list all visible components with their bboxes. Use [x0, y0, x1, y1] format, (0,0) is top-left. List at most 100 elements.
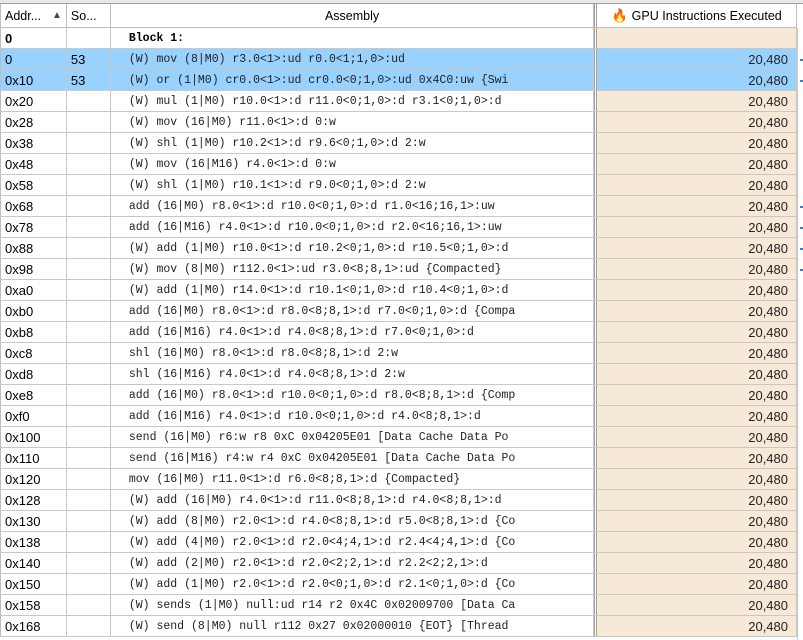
table-row[interactable]: 0x88 (W) add (1|M0) r10.0<1>:d r10.2<0;1,…	[0, 238, 797, 259]
assembly-cell: (W) mul (1|M0) r10.0<1>:d r11.0<0;1,0>:d…	[111, 91, 595, 111]
assembly-cell: (W) mov (8|M0) r112.0<1>:ud r3.0<8;8,1>:…	[111, 259, 595, 279]
address-cell: 0xa0	[1, 280, 67, 300]
source-line-cell	[67, 133, 111, 153]
block-header-row[interactable]: 0 Block 1:	[0, 28, 797, 49]
assembly-cell: add (16|M16) r4.0<1>:d r10.0<0;1,0>:d r2…	[111, 217, 595, 237]
gpu-instructions-cell: 20,480	[597, 511, 797, 531]
assembly-grid: Addr... ▲ So... Assembly 🔥 GPU Instructi…	[0, 4, 797, 637]
address-cell: 0x38	[1, 133, 67, 153]
table-row[interactable]: 0xb0 add (16|M0) r8.0<1>:d r8.0<8;8,1>:d …	[0, 301, 797, 322]
assembly-cell: (W) add (1|M0) r14.0<1>:d r10.1<0;1,0>:d…	[111, 280, 595, 300]
table-row[interactable]: 0x140 (W) add (2|M0) r2.0<1>:d r2.0<2;2,1…	[0, 553, 797, 574]
source-line-cell	[67, 28, 111, 48]
table-row[interactable]: 0x168 (W) send (8|M0) null r112 0x27 0x02…	[0, 616, 797, 637]
gpu-instructions-cell: 20,480	[597, 70, 797, 90]
table-row[interactable]: 0xe8 add (16|M0) r8.0<1>:d r10.0<0;1,0>:d…	[0, 385, 797, 406]
flame-icon: 🔥	[611, 7, 628, 23]
grid-header: Addr... ▲ So... Assembly 🔥 GPU Instructi…	[0, 4, 797, 28]
table-row[interactable]: 0x68 add (16|M0) r8.0<1>:d r10.0<0;1,0>:d…	[0, 196, 797, 217]
gpu-instructions-cell: 20,480	[597, 532, 797, 552]
address-cell: 0x140	[1, 553, 67, 573]
address-cell: 0x120	[1, 469, 67, 489]
gpu-instructions-cell: 20,480	[597, 616, 797, 636]
gpu-instructions-cell: 20,480	[597, 259, 797, 279]
assembly-cell: send (16|M0) r6:w r8 0xC 0x04205E01 [Dat…	[111, 427, 595, 447]
table-row[interactable]: 0x38 (W) shl (1|M0) r10.2<1>:d r9.6<0;1,0…	[0, 133, 797, 154]
source-line-cell	[67, 469, 111, 489]
column-header-gpu-label: GPU Instructions Executed	[631, 8, 782, 23]
assembly-cell: (W) add (16|M0) r4.0<1>:d r11.0<8;8,1>:d…	[111, 490, 595, 510]
table-row[interactable]: 0x20 (W) mul (1|M0) r10.0<1>:d r11.0<0;1,…	[0, 91, 797, 112]
column-header-address[interactable]: Addr... ▲	[1, 4, 67, 27]
gpu-instructions-cell: 20,480	[597, 448, 797, 468]
assembly-cell: add (16|M0) r8.0<1>:d r10.0<0;1,0>:d r8.…	[111, 385, 595, 405]
table-row[interactable]: 0xb8 add (16|M16) r4.0<1>:d r4.0<8;8,1>:d…	[0, 322, 797, 343]
table-row[interactable]: 0xd8 shl (16|M16) r4.0<1>:d r4.0<8;8,1>:d…	[0, 364, 797, 385]
address-cell: 0x138	[1, 532, 67, 552]
source-line-cell	[67, 427, 111, 447]
source-line-cell	[67, 91, 111, 111]
table-row[interactable]: 0xa0 (W) add (1|M0) r14.0<1>:d r10.1<0;1,…	[0, 280, 797, 301]
source-line-cell	[67, 343, 111, 363]
assembly-cell: (W) add (8|M0) r2.0<1>:d r4.0<8;8,1>:d r…	[111, 511, 595, 531]
table-row[interactable]: 0x48 (W) mov (16|M16) r4.0<1>:d 0:w 20,480	[0, 154, 797, 175]
table-row[interactable]: 0x150 (W) add (1|M0) r2.0<1>:d r2.0<0;1,0…	[0, 574, 797, 595]
gpu-instructions-cell: 20,480	[597, 343, 797, 363]
gpu-instructions-cell: 20,480	[597, 238, 797, 258]
overview-ruler[interactable]	[797, 28, 803, 640]
column-header-assembly[interactable]: Assembly	[111, 4, 595, 27]
gpu-instructions-cell: 20,480	[597, 406, 797, 426]
source-line-cell	[67, 385, 111, 405]
table-row[interactable]: 0x98 (W) mov (8|M0) r112.0<1>:ud r3.0<8;8…	[0, 259, 797, 280]
assembly-cell: add (16|M0) r8.0<1>:d r8.0<8;8,1>:d r7.0…	[111, 301, 595, 321]
assembly-cell: shl (16|M0) r8.0<1>:d r8.0<8;8,1>:d 2:w	[111, 343, 595, 363]
assembly-cell: (W) mov (16|M16) r4.0<1>:d 0:w	[111, 154, 595, 174]
address-cell: 0x158	[1, 595, 67, 615]
table-row[interactable]: 0x78 add (16|M16) r4.0<1>:d r10.0<0;1,0>:…	[0, 217, 797, 238]
sort-ascending-icon: ▲	[52, 10, 62, 21]
assembly-cell: (W) mov (16|M0) r11.0<1>:d 0:w	[111, 112, 595, 132]
table-row[interactable]: 0x120 mov (16|M0) r11.0<1>:d r6.0<8;8,1>:…	[0, 469, 797, 490]
table-row[interactable]: 0x100 send (16|M0) r6:w r8 0xC 0x04205E01…	[0, 427, 797, 448]
source-line-cell	[67, 511, 111, 531]
table-row[interactable]: 0x130 (W) add (8|M0) r2.0<1>:d r4.0<8;8,1…	[0, 511, 797, 532]
gpu-instructions-cell: 20,480	[597, 217, 797, 237]
column-header-source[interactable]: So...	[67, 4, 111, 27]
source-line-cell	[67, 532, 111, 552]
column-header-gpu-instructions[interactable]: 🔥 GPU Instructions Executed	[597, 4, 797, 27]
assembly-cell: shl (16|M16) r4.0<1>:d r4.0<8;8,1>:d 2:w	[111, 364, 595, 384]
source-line-cell	[67, 322, 111, 342]
table-row[interactable]: 0xc8 shl (16|M0) r8.0<1>:d r8.0<8;8,1>:d …	[0, 343, 797, 364]
table-row[interactable]: 0x58 (W) shl (1|M0) r10.1<1>:d r9.0<0;1,0…	[0, 175, 797, 196]
assembly-cell: (W) add (4|M0) r2.0<1>:d r2.0<4;4,1>:d r…	[111, 532, 595, 552]
source-line-cell	[67, 574, 111, 594]
table-row[interactable]: 0x10 53 (W) or (1|M0) cr0.0<1>:ud cr0.0<0;…	[0, 70, 797, 91]
assembly-cell: (W) add (2|M0) r2.0<1>:d r2.0<2;2,1>:d r…	[111, 553, 595, 573]
table-row[interactable]: 0x28 (W) mov (16|M0) r11.0<1>:d 0:w 20,480	[0, 112, 797, 133]
address-cell: 0x110	[1, 448, 67, 468]
address-cell: 0x88	[1, 238, 67, 258]
table-row[interactable]: 0x128 (W) add (16|M0) r4.0<1>:d r11.0<8;8…	[0, 490, 797, 511]
assembly-cell: (W) mov (8|M0) r3.0<1>:ud r0.0<1;1,0>:ud	[110, 49, 595, 69]
table-row[interactable]: 0x138 (W) add (4|M0) r2.0<1>:d r2.0<4;4,1…	[0, 532, 797, 553]
assembly-cell: send (16|M16) r4:w r4 0xC 0x04205E01 [Da…	[111, 448, 595, 468]
table-row[interactable]: 0 53 (W) mov (8|M0) r3.0<1>:ud r0.0<1;1,0>…	[0, 49, 797, 70]
grid-body: 0 Block 1: 0 53 (W) mov (8|M0) r3.0<1>:ud r0…	[0, 28, 797, 637]
assembly-cell: Block 1:	[111, 28, 595, 48]
address-cell: 0x48	[1, 154, 67, 174]
address-cell: 0x98	[1, 259, 67, 279]
table-row[interactable]: 0x158 (W) sends (1|M0) null:ud r14 r2 0x4…	[0, 595, 797, 616]
assembly-cell: add (16|M0) r8.0<1>:d r10.0<0;1,0>:d r1.…	[111, 196, 595, 216]
source-line-cell	[67, 616, 111, 636]
gpu-instructions-cell: 20,480	[597, 196, 797, 216]
assembly-cell: (W) or (1|M0) cr0.0<1>:ud cr0.0<0;1,0>:u…	[110, 70, 595, 90]
gpu-instructions-cell: 20,480	[597, 133, 797, 153]
gpu-instructions-cell: 20,480	[597, 427, 797, 447]
table-row[interactable]: 0xf0 add (16|M16) r4.0<1>:d r10.0<0;1,0>:…	[0, 406, 797, 427]
address-cell: 0	[1, 49, 67, 69]
source-line-cell	[67, 364, 111, 384]
table-row[interactable]: 0x110 send (16|M16) r4:w r4 0xC 0x04205E0…	[0, 448, 797, 469]
gpu-instructions-cell	[597, 28, 797, 48]
address-cell: 0x100	[1, 427, 67, 447]
gpu-instructions-cell: 20,480	[597, 364, 797, 384]
